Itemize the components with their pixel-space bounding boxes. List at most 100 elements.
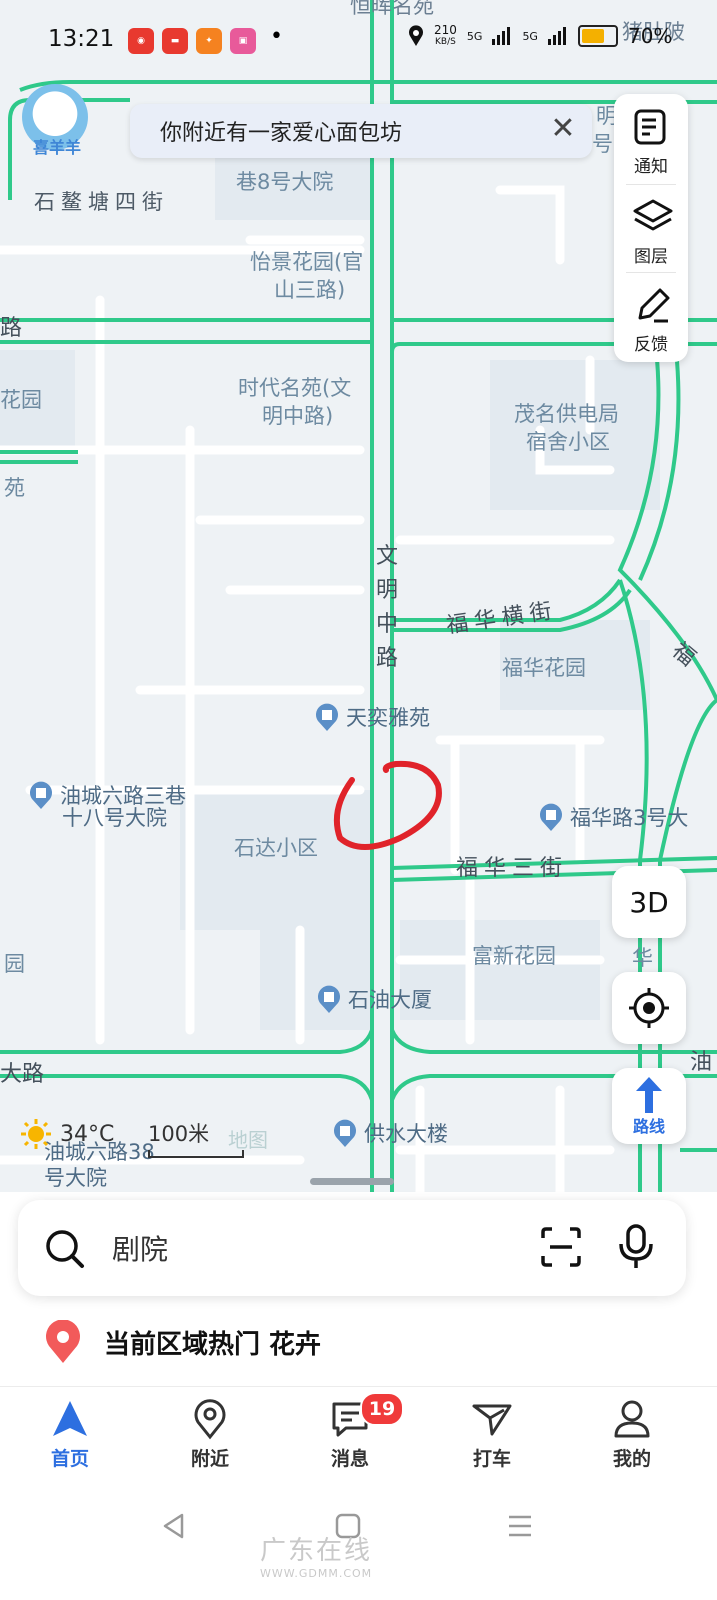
tab-home[interactable]: 首页 xyxy=(20,1398,120,1471)
tab-label: 消息 xyxy=(330,1448,369,1470)
poi-gongshui[interactable]: 供水大楼 xyxy=(332,1118,448,1148)
status-time: 13:21 xyxy=(48,26,115,52)
tab-taxi[interactable]: 打车 xyxy=(442,1398,542,1471)
location-pin-icon xyxy=(194,1399,226,1440)
poi-shiyou[interactable]: 石油大厦 xyxy=(316,984,432,1014)
map-label: 花园 xyxy=(0,388,42,412)
map-label: 宿舍小区 xyxy=(526,430,610,454)
scan-icon[interactable] xyxy=(540,1226,582,1268)
road-network xyxy=(0,0,717,1230)
3d-button[interactable]: 3D xyxy=(612,866,686,938)
map-toolbar: 通知 图层 反馈 xyxy=(614,94,688,362)
location-pin-icon xyxy=(46,1320,80,1363)
map-label: 茂名供电局 xyxy=(514,402,619,426)
map-label: 石鳌塘四街 xyxy=(34,190,169,214)
poi-fuhua3hao[interactable]: 福华路3号大 xyxy=(538,802,688,832)
microphone-icon[interactable] xyxy=(618,1224,654,1270)
building-pin-icon xyxy=(540,803,562,831)
map-label: 巷8号大院 xyxy=(236,170,334,194)
navigate-arrow-icon xyxy=(53,1401,87,1436)
map-label: 中 xyxy=(376,612,399,637)
tab-bar: 首页 附近 消息 19 打车 我的 xyxy=(0,1392,717,1488)
locate-button[interactable] xyxy=(612,972,686,1044)
watermark-url: WWW.GDMM.COM xyxy=(260,1567,373,1580)
signal-icon xyxy=(547,27,566,45)
notice-text: 你附近有一家爱心面包坊 xyxy=(160,121,403,146)
toutiao-icon: ▬ xyxy=(162,28,188,54)
map-label: 山三路) xyxy=(274,278,346,302)
scale-label: 100米 xyxy=(148,1122,210,1146)
location-icon xyxy=(409,25,423,46)
netease-music-icon: ◉ xyxy=(128,28,154,54)
route-button[interactable]: 路线 xyxy=(612,1068,686,1144)
map-label: 大路 xyxy=(0,1062,45,1087)
weather-widget[interactable]: 34°C xyxy=(20,1118,114,1150)
map-label: 十八号大院 xyxy=(62,806,167,830)
hot-area-suggestion[interactable]: 当前区域热门 花卉 xyxy=(44,1320,321,1364)
locate-icon xyxy=(629,988,669,1028)
search-icon xyxy=(46,1230,84,1268)
map-label: 时代名苑(文 xyxy=(238,376,352,400)
tab-label: 首页 xyxy=(50,1448,89,1470)
map-label: 明中路) xyxy=(262,404,334,428)
divider xyxy=(0,1386,717,1387)
battery-percent: 70% xyxy=(627,24,673,48)
map-label: 苑 xyxy=(4,476,25,500)
tab-label: 我的 xyxy=(612,1448,651,1470)
tab-nearby[interactable]: 附近 xyxy=(160,1398,260,1471)
tab-messages[interactable]: 消息 19 xyxy=(300,1392,404,1471)
sheet-drag-handle[interactable] xyxy=(310,1178,394,1185)
map-label: 福华花园 xyxy=(502,656,586,680)
unread-badge: 19 xyxy=(360,1392,404,1426)
map-label: 号大院 xyxy=(44,1166,107,1190)
layers-button[interactable]: 图层 xyxy=(614,184,688,272)
back-icon[interactable] xyxy=(160,1512,188,1540)
layers-icon xyxy=(633,199,673,231)
map-label: 石达小区 xyxy=(234,836,318,860)
user-icon xyxy=(614,1400,650,1438)
bilibili-icon: ▣ xyxy=(230,28,256,54)
map-label: 明 xyxy=(376,578,399,603)
net-speed: 210 xyxy=(434,23,457,37)
signal-icon xyxy=(492,27,511,45)
search-input[interactable] xyxy=(110,1226,514,1272)
battery-icon xyxy=(577,25,618,47)
map-label: 路 xyxy=(376,646,399,671)
menu-icon[interactable] xyxy=(506,1512,534,1540)
poi-label: 福华路3号大 xyxy=(570,806,689,830)
route-label: 路线 xyxy=(632,1117,665,1136)
building-pin-icon xyxy=(318,985,340,1013)
network-type: 5G xyxy=(466,29,483,43)
status-right: 210 KB/S 5G 5G 70% xyxy=(408,24,672,48)
avatar-name: 喜羊羊 xyxy=(32,138,81,157)
watermark: 广东在线 WWW.GDMM.COM xyxy=(260,1530,372,1580)
more-dot-icon: • xyxy=(270,24,283,49)
network-type: 5G xyxy=(522,29,538,43)
map-label: 富新花园 xyxy=(472,944,556,968)
nearby-notice[interactable]: 你附近有一家爱心面包坊 ✕ xyxy=(130,104,592,158)
feedback-button[interactable]: 反馈 xyxy=(614,272,688,360)
map-logo: 地图 xyxy=(228,1128,268,1152)
search-bar[interactable] xyxy=(18,1200,686,1296)
notification-icon xyxy=(634,109,666,145)
taxi-icon xyxy=(472,1404,512,1436)
feedback-label: 反馈 xyxy=(634,335,668,355)
map-label: 号 xyxy=(592,132,613,156)
map-label: 园 xyxy=(4,952,25,976)
building-pin-icon xyxy=(334,1119,356,1147)
tab-label: 附近 xyxy=(190,1448,229,1470)
map-label: 文 xyxy=(376,544,399,569)
net-speed-unit: KB/S xyxy=(435,37,456,47)
close-icon[interactable]: ✕ xyxy=(548,114,578,146)
notify-button[interactable]: 通知 xyxy=(614,94,688,182)
watermark-main: 广东在线 xyxy=(260,1536,373,1566)
poi-label: 石油大厦 xyxy=(348,988,432,1012)
map-view[interactable]: 恒晖名苑 猪肚陂 石鳌塘四街 巷8号大院 怡景花园(官 山三路) 路 花园 时代… xyxy=(0,0,717,1230)
temperature: 34°C xyxy=(60,1121,115,1147)
poi-tianyi[interactable]: 天奕雅苑 xyxy=(314,702,430,732)
map-label: 油 xyxy=(690,1050,713,1075)
map-label: 福华三街 xyxy=(456,856,569,881)
map-label: 路 xyxy=(0,316,23,341)
avatar[interactable]: 喜羊羊 xyxy=(22,84,88,157)
tab-me[interactable]: 我的 xyxy=(582,1398,682,1471)
